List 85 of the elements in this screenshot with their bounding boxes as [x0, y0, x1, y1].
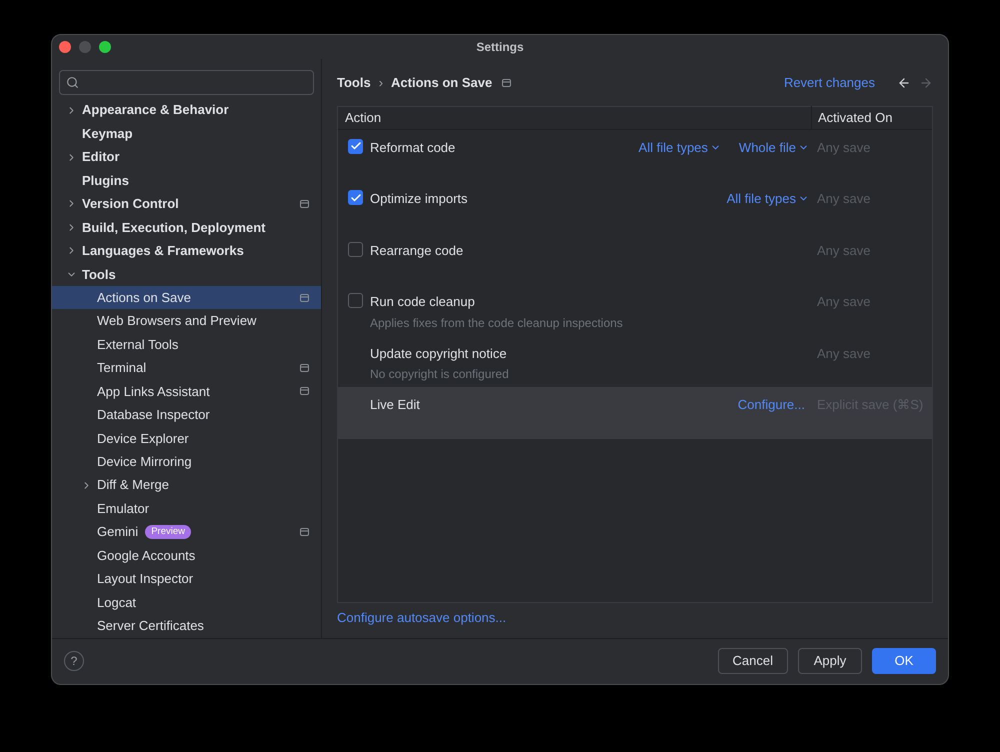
sidebar-item-label: Server Certificates [97, 617, 204, 636]
back-arrow-icon[interactable] [897, 76, 911, 90]
action-label: Reformat code [370, 138, 456, 156]
sidebar-item-label: Device Mirroring [97, 453, 192, 472]
sidebar-item-label: Editor [82, 148, 120, 166]
sidebar-item[interactable]: Editor [52, 145, 321, 169]
sidebar-item[interactable]: Device Mirroring [52, 450, 321, 474]
action-label: Live Edit [370, 396, 420, 414]
project-scope-icon [300, 387, 309, 396]
sidebar-item[interactable]: Emulator [52, 496, 321, 520]
window-title: Settings [476, 38, 524, 56]
column-header: Activated On [811, 106, 932, 129]
sidebar-item-label: Google Accounts [97, 546, 196, 565]
close-window-icon[interactable] [59, 40, 71, 52]
sidebar-item[interactable]: Gemini Preview [52, 520, 321, 544]
sidebar-item[interactable]: Tools [52, 262, 321, 286]
sidebar-item-label: Build, Execution, Deployment [82, 218, 266, 237]
sidebar-item[interactable]: Terminal [52, 356, 321, 380]
sidebar-item[interactable]: Server Certificates [52, 614, 321, 638]
action-label: Update copyright notice [370, 344, 507, 363]
project-scope-icon [300, 528, 309, 536]
dropdown-link[interactable]: All file types [638, 138, 721, 157]
sidebar-item-label: Terminal [97, 359, 146, 378]
search-icon [66, 76, 79, 88]
sidebar-item-label: Device Explorer [97, 430, 189, 448]
dialog-button[interactable]: Cancel [718, 648, 788, 674]
sidebar-item-label: Appearance & Behavior [82, 101, 229, 120]
dialog-button[interactable]: OK [872, 648, 936, 674]
help-button[interactable]: ? [64, 651, 84, 671]
dropdown-link[interactable]: All file types [726, 189, 809, 208]
action-description: Applies fixes from the code cleanup inspections [370, 314, 624, 332]
sidebar-item-label: Gemini [97, 523, 138, 542]
breadcrumb-separator: › [378, 74, 384, 92]
dialog-button[interactable]: Apply [798, 648, 862, 674]
sidebar-item-label: Actions on Save [97, 288, 191, 307]
search-field[interactable] [59, 70, 314, 94]
sidebar-item-label: External Tools [97, 336, 178, 354]
checkbox[interactable] [348, 242, 363, 256]
sidebar-item[interactable]: Build, Execution, Deployment [52, 216, 321, 240]
sidebar-item[interactable]: Web Browsers and Preview [52, 309, 321, 333]
checkbox[interactable] [348, 293, 363, 308]
sidebar-item-label: Plugins [82, 172, 129, 190]
sidebar-item[interactable]: Database Inspector [52, 403, 321, 427]
revert-changes-link[interactable]: Revert changes [784, 72, 875, 92]
checkbox[interactable] [348, 190, 363, 205]
autosave-link[interactable]: Configure autosave options... [337, 608, 933, 627]
action-label: Optimize imports [370, 190, 468, 208]
sidebar-item-label: Web Browsers and Preview [97, 312, 256, 330]
sidebar-item-label: Database Inspector [97, 406, 210, 424]
maximize-window-icon[interactable] [99, 40, 111, 52]
sidebar-item[interactable]: Device Explorer [52, 426, 321, 450]
project-scope-icon [300, 294, 309, 302]
sidebar-item[interactable]: Layout Inspector [52, 567, 321, 591]
preview-badge: Preview [145, 525, 191, 540]
column-header: Action [344, 108, 382, 127]
sidebar-item[interactable]: App Links Assistant [52, 380, 321, 404]
dropdown-link[interactable]: Whole file [738, 138, 809, 157]
sidebar-item[interactable]: Logcat [52, 590, 321, 614]
sidebar-item-label: Keymap [82, 124, 133, 143]
breadcrumb-current: Actions on Save [391, 74, 492, 92]
sidebar-item-label: Logcat [97, 594, 136, 612]
sidebar-item[interactable]: Google Accounts [52, 544, 321, 568]
sidebar-item[interactable]: Actions on Save [52, 286, 321, 310]
sidebar-item-label: Emulator [97, 500, 150, 518]
sidebar-item-label: Layout Inspector [97, 570, 194, 588]
action-label: Run code cleanup [370, 293, 475, 311]
action-description: No copyright is configured [370, 366, 510, 383]
project-scope-icon [300, 200, 309, 208]
sidebar-item[interactable]: Version Control [52, 192, 321, 216]
sidebar-item-label: Version Control [82, 195, 179, 214]
sidebar-item[interactable]: Appearance & Behavior [52, 98, 321, 122]
sidebar-item-label: Diff & Merge [97, 476, 170, 494]
sidebar-item-label: Languages & Frameworks [82, 242, 244, 260]
sidebar-item[interactable]: Keymap [52, 122, 321, 146]
sidebar-item[interactable]: External Tools [52, 332, 321, 356]
sidebar-item[interactable]: Plugins [52, 168, 321, 192]
project-scope-icon [502, 78, 512, 86]
sidebar-item[interactable]: Diff & Merge [52, 474, 321, 497]
sidebar-item-label: App Links Assistant [97, 382, 210, 401]
sidebar-item[interactable]: Languages & Frameworks [52, 239, 321, 263]
checkbox[interactable] [348, 138, 363, 154]
action-label: Rearrange code [370, 242, 464, 260]
breadcrumb-parent[interactable]: Tools [337, 72, 371, 92]
project-scope-icon [300, 364, 309, 372]
sidebar-item-label: Tools [82, 266, 116, 284]
